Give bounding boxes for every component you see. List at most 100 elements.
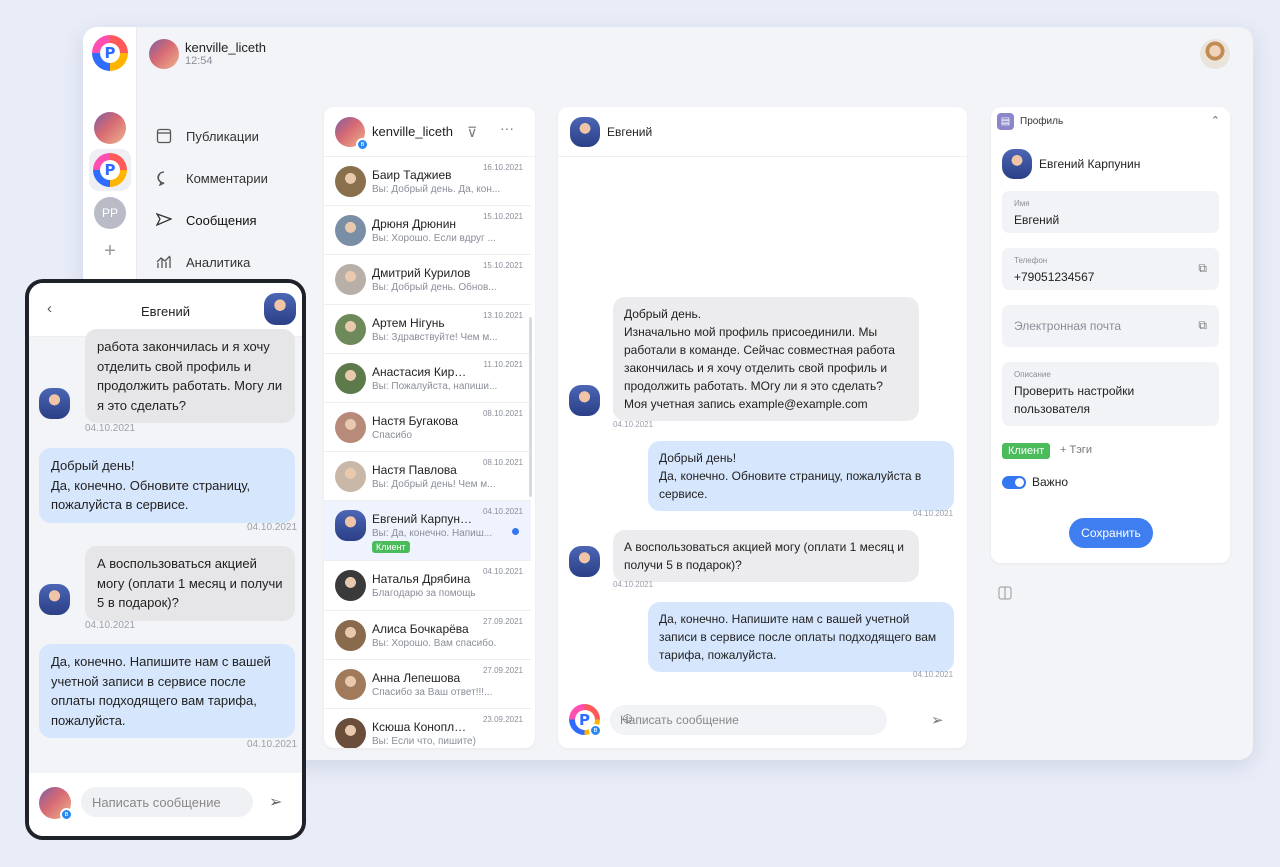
phone-chat-title: Евгений: [141, 304, 190, 319]
message-preview: Благодарю за помощь: [372, 588, 476, 600]
contact-avatar: [335, 668, 366, 700]
vk-icon: в: [60, 808, 73, 821]
panel-toggle-icon[interactable]: [998, 586, 1012, 603]
nav-publications[interactable]: Публикации: [155, 115, 315, 157]
nav-label: Аналитика: [186, 254, 251, 270]
conversation-row[interactable]: Дмитрий Курилов Вы: Добрый день. Обнов...…: [324, 255, 531, 305]
contact-avatar: [335, 411, 366, 443]
message-time: 04.10.2021: [613, 420, 654, 429]
phone-input-bar: в Написать сообщение ➢: [29, 773, 302, 836]
copy-icon[interactable]: ⧉: [1198, 261, 1207, 276]
contact-name: Ксюша Коноплева: [372, 719, 472, 734]
vk-icon: в: [356, 138, 369, 151]
list-header: в kenville_liceth ⊽ ···: [324, 107, 535, 157]
chat-panel: Евгений Добрый день. Изначально мой проф…: [558, 107, 967, 748]
nav-label: Публикации: [186, 128, 259, 144]
contact-avatar: [335, 264, 366, 296]
add-account-button[interactable]: +: [100, 241, 120, 261]
conversation-row[interactable]: Настя Павлова Вы: Добрый день! Чем м... 08…: [324, 452, 531, 502]
filter-icon[interactable]: ⊽: [467, 124, 477, 141]
chat-title: Евгений: [607, 125, 653, 139]
name-field[interactable]: Имя Евгений: [1002, 191, 1219, 233]
conversation-row[interactable]: Анна Лепешова Спасибо за Ваш ответ!!!... 2…: [324, 660, 531, 709]
message-preview: Вы: Да, конечно. Напиш...: [372, 528, 493, 540]
conversation-row[interactable]: Артем Нiгунь Вы: Здравствуйте! Чем м... 13…: [324, 305, 531, 354]
contact-name: Настя Бугакова: [372, 413, 459, 428]
message-date: 15.10.2021: [482, 261, 523, 271]
send-button[interactable]: ➢: [931, 711, 944, 729]
important-toggle[interactable]: [1002, 476, 1026, 489]
message-date: 23.09.2021: [482, 714, 523, 724]
message-date: 13.10.2021: [482, 310, 523, 320]
nav-label: Сообщения: [186, 212, 257, 228]
message-time: 04.10.2021: [85, 620, 136, 631]
conversation-row[interactable]: Ксюша Коноплева Вы: Если что, пишите) 23.0…: [324, 709, 531, 748]
contact-name: Баир Таджиев: [372, 168, 452, 182]
user-avatar[interactable]: [1200, 39, 1230, 69]
nav-comments[interactable]: Комментарии: [155, 157, 315, 199]
conversation-row[interactable]: Алиса Бочкарёва Вы: Хорошо. Вам спасибо. 2…: [324, 611, 531, 660]
send-icon: [155, 211, 173, 229]
client-tag[interactable]: Клиент: [1002, 443, 1051, 459]
message-date: 04.10.2021: [482, 507, 523, 517]
conversation-row[interactable]: Евгений Карпунин Вы: Да, конечно. Напиш..…: [324, 501, 531, 562]
description-field[interactable]: Описание Проверить настройки пользовател…: [1002, 362, 1219, 426]
contact-avatar: [39, 584, 70, 615]
conversation-list: в kenville_liceth ⊽ ··· Баир Таджиев Вы: …: [324, 107, 535, 748]
incoming-message: Добрый день. Изначально мой профиль прис…: [613, 297, 919, 421]
main-nav: Публикации Комментарии Сообщения Аналити…: [155, 115, 315, 283]
important-label: Важно: [1032, 475, 1069, 489]
message-preview: Вы: Если что, пишите): [372, 735, 476, 747]
conversation-row[interactable]: Анастасия КириловаВы: Пожалуйста, напиши…: [324, 354, 531, 403]
save-button[interactable]: Сохранить: [1069, 518, 1153, 548]
message-preview: Вы: Хорошо. Если вдруг ...: [372, 233, 496, 245]
conversation-row[interactable]: Баир Таджиев Вы: Добрый день. Да, кон... 1…: [324, 157, 531, 207]
send-button[interactable]: ➢: [269, 792, 282, 812]
message-date: 08.10.2021: [482, 458, 523, 468]
emoji-icon[interactable]: ☺: [620, 710, 877, 727]
conversation-row[interactable]: Настя Бугакова Спасибо 08.10.2021: [324, 403, 531, 453]
message-input[interactable]: Написать сообщение ☺: [610, 705, 887, 735]
list-scrollbar[interactable]: [529, 317, 532, 497]
field-placeholder: Электронная почта: [1014, 319, 1122, 333]
add-tag-button[interactable]: + Тэги: [1060, 444, 1092, 456]
message-date: 16.10.2021: [482, 163, 523, 172]
contact-name: Настя Павлова: [372, 463, 457, 478]
conversation-row[interactable]: Наталья Дрябина Благодарю за помощь 04.10.…: [324, 561, 531, 611]
message-date: 15.10.2021: [482, 212, 523, 222]
phone-message-input[interactable]: Написать сообщение: [81, 787, 253, 817]
message-preview: Спасибо за Ваш ответ!!!...: [372, 686, 493, 698]
contact-name: Дмитрий Курилов: [372, 266, 471, 281]
email-field[interactable]: Электронная почта ⧉: [1002, 305, 1219, 347]
message-preview: Вы: Здравствуйте! Чем м...: [372, 331, 498, 343]
message-time: 04.10.2021: [913, 509, 954, 518]
analytics-icon: [155, 253, 173, 271]
comment-icon: [155, 169, 173, 187]
outgoing-message: Добрый день! Да, конечно. Обновите стран…: [39, 448, 295, 523]
service-logo-icon: P: [93, 153, 127, 187]
conversation-row[interactable]: Дрюня Дрюнин Вы: Хорошо. Если вдруг ... 15…: [324, 206, 531, 256]
contact-avatar: [335, 166, 366, 197]
account-avatar[interactable]: [94, 112, 126, 144]
field-value: Евгений: [1014, 213, 1060, 227]
nav-analytics[interactable]: Аналитика: [155, 241, 315, 283]
field-value: +79051234567: [1014, 270, 1095, 284]
more-icon[interactable]: ···: [500, 120, 514, 136]
nav-label: Комментарии: [186, 170, 268, 186]
account-name: kenville_liceth: [185, 40, 266, 55]
account-initials-avatar[interactable]: PP: [94, 197, 126, 229]
profile-header[interactable]: ▤ Профиль ⌃: [997, 113, 1220, 131]
copy-icon[interactable]: ⧉: [1198, 318, 1207, 333]
unread-dot: [512, 528, 519, 536]
selected-account[interactable]: P: [89, 149, 131, 191]
phone-field[interactable]: Телефон +79051234567 ⧉: [1002, 248, 1219, 290]
contact-name: Наталья Дрябина: [372, 572, 471, 587]
message-area: Добрый день. Изначально мой профиль прис…: [558, 157, 967, 697]
profile-card-icon: ▤: [997, 113, 1014, 130]
nav-messages[interactable]: Сообщения: [155, 199, 315, 241]
contact-name: Евгений Карпунин: [372, 512, 472, 527]
collapse-chevron-icon[interactable]: ⌃: [1211, 114, 1220, 127]
message-preview: Спасибо: [372, 429, 413, 441]
message-preview: Вы: Хорошо. Вам спасибо.: [372, 637, 497, 649]
client-tag: Клиент: [372, 541, 410, 554]
